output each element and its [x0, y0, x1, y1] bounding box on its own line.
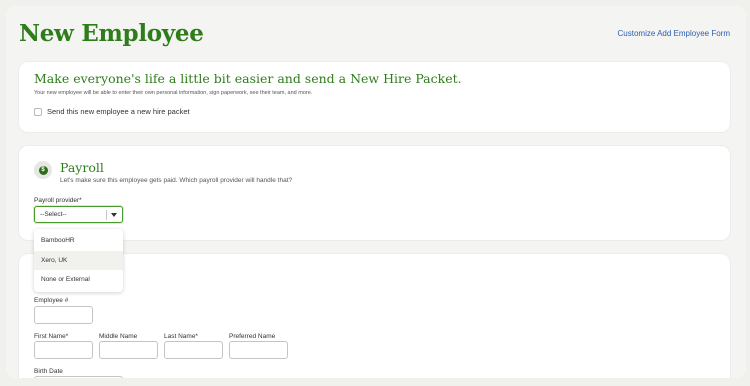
- dropdown-option-none-or-external[interactable]: None or External: [34, 270, 123, 290]
- new-hire-packet-heading: Make everyone's life a little bit easier…: [34, 71, 462, 86]
- payroll-provider-select[interactable]: --Select--: [34, 206, 123, 223]
- dollar-icon: $: [38, 165, 48, 175]
- send-packet-checkbox-row[interactable]: Send this new employee a new hire packet: [34, 107, 190, 116]
- preferred-name-label: Preferred Name: [229, 333, 276, 340]
- first-name-label: First Name*: [34, 333, 69, 340]
- select-divider: [106, 210, 107, 220]
- basic-info-card: Employee # First Name* Middle Name Last …: [19, 254, 730, 378]
- birth-date-input[interactable]: [34, 376, 123, 378]
- payroll-card: $ Payroll Let's make sure this employee …: [19, 146, 730, 240]
- birth-date-label: Birth Date: [34, 368, 63, 375]
- payroll-provider-dropdown: BambooHR Xero, UK None or External: [34, 229, 123, 292]
- employee-number-label: Employee #: [34, 297, 69, 304]
- new-hire-packet-subtitle: Your new employee will be able to enter …: [34, 90, 313, 96]
- middle-name-label: Middle Name: [99, 333, 138, 340]
- send-packet-label: Send this new employee a new hire packet: [47, 107, 190, 116]
- customize-form-link[interactable]: Customize Add Employee Form: [618, 29, 731, 38]
- new-hire-packet-card: Make everyone's life a little bit easier…: [19, 62, 730, 132]
- dropdown-option-xero-uk[interactable]: Xero, UK: [34, 250, 123, 270]
- dropdown-option-bamboohr[interactable]: BambooHR: [34, 231, 123, 251]
- last-name-input[interactable]: [164, 341, 223, 359]
- middle-name-input[interactable]: [99, 341, 158, 359]
- first-name-input[interactable]: [34, 341, 93, 359]
- payroll-subtitle: Let's make sure this employee gets paid.…: [60, 177, 293, 184]
- preferred-name-input[interactable]: [229, 341, 288, 359]
- send-packet-checkbox[interactable]: [34, 107, 42, 116]
- page-title: New Employee: [19, 20, 204, 47]
- payroll-provider-value: --Select--: [40, 211, 67, 218]
- page-container: New Employee Customize Add Employee Form…: [6, 6, 746, 378]
- employee-number-input[interactable]: [34, 306, 93, 324]
- payroll-section-icon: $: [34, 161, 52, 179]
- payroll-heading: Payroll: [60, 160, 104, 175]
- last-name-label: Last Name*: [164, 333, 198, 340]
- payroll-provider-label: Payroll provider*: [34, 197, 82, 204]
- chevron-down-icon[interactable]: [111, 213, 117, 217]
